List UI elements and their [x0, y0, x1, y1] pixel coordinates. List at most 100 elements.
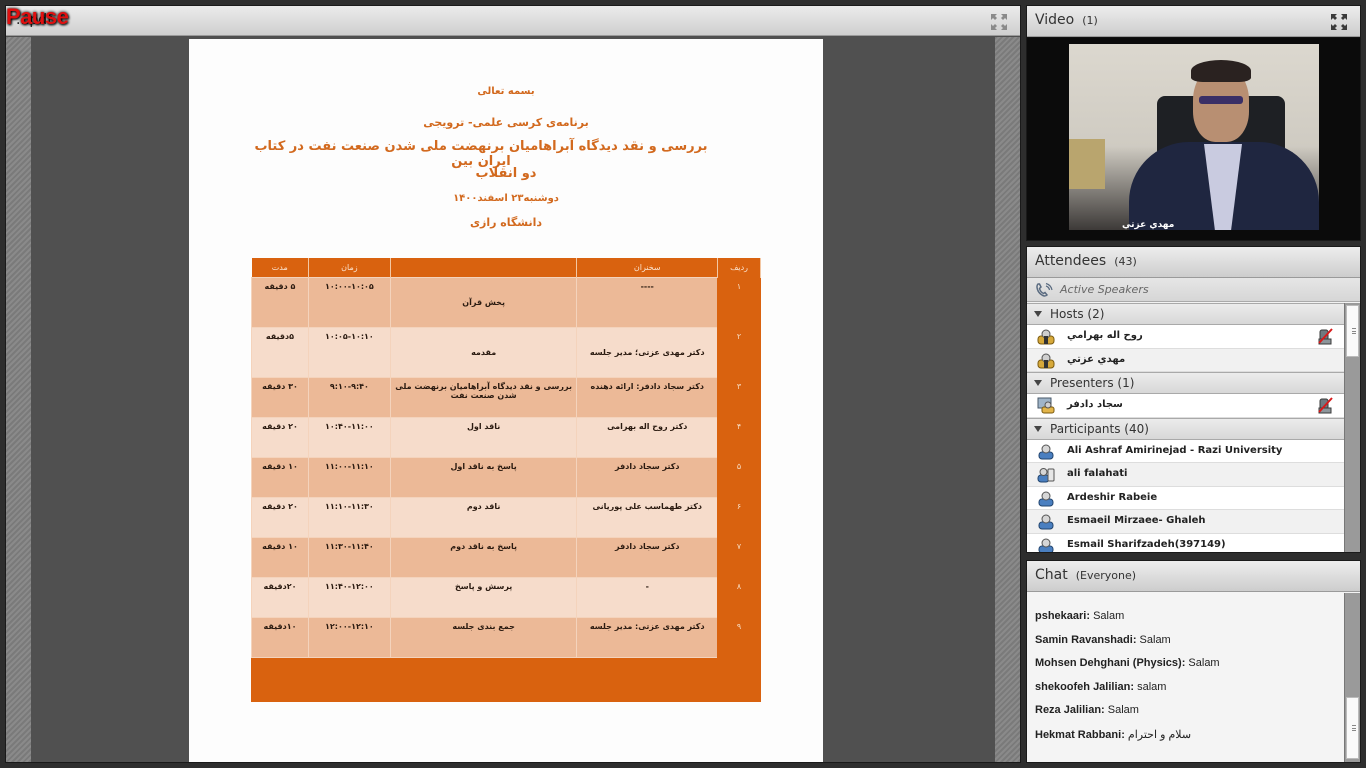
- row-duration: ۲۰ دقیقه: [251, 496, 309, 538]
- video-person-glasses: [1199, 96, 1243, 104]
- row-index: ۸: [717, 576, 761, 618]
- microphone-muted-icon[interactable]: [1317, 328, 1333, 345]
- schedule-row: ۴ دکتر روح اله بهرامی ناقد اول ۱۰:۴۰-۱۱:۰۰ ۲…: [251, 416, 761, 458]
- doc-invocation: بسمه تعالی: [477, 86, 535, 97]
- schedule-header-row: ردیف سخنران زمان مدت: [251, 258, 761, 277]
- group-presenters[interactable]: Presenters (1): [1027, 372, 1344, 394]
- attendee-row-host[interactable]: مهدي عزتي: [1027, 348, 1344, 372]
- doc-topic-line2: دو انقلاب: [475, 166, 537, 181]
- row-topic: پاسخ به ناقد دوم: [389, 536, 578, 578]
- host-avatar-icon: [1037, 329, 1055, 345]
- chat-pod-header: Chat (Everyone): [1027, 561, 1360, 592]
- scrollbar-thumb[interactable]: [1346, 697, 1359, 759]
- attendees-count: (43): [1114, 255, 1137, 268]
- collapse-triangle-icon[interactable]: [1034, 311, 1042, 317]
- col-topic-header: [390, 258, 578, 277]
- row-topic: ناقد دوم: [389, 496, 578, 538]
- collapse-triangle-icon[interactable]: [1034, 425, 1042, 432]
- doc-date: دوشنبه۲۳ اسفند۱۴۰۰: [453, 193, 559, 204]
- chat-messages: pshekaari: Salam Samin Ravanshadi: Salam M…: [1027, 593, 1344, 762]
- attendees-pod: Attendees (43) Active Speakers Hosts (2) …: [1026, 246, 1361, 553]
- schedule-row: ۷ دکتر سجاد دادفر پاسخ به ناقد دوم ۱۱:۳۰-۱۱…: [251, 536, 761, 578]
- row-duration: ۱۰ دقیقه: [251, 536, 309, 578]
- collapse-triangle-icon[interactable]: [1034, 380, 1042, 386]
- row-speaker: دکتر سجاد دادفر: ارائه دهنده: [576, 376, 719, 418]
- group-participants-label: Participants (40): [1050, 421, 1149, 436]
- scrollbar-thumb[interactable]: [1346, 305, 1359, 357]
- attendees-pod-title: Attendees: [1035, 253, 1107, 269]
- attendee-row-participant[interactable]: ali falahati: [1027, 463, 1344, 487]
- row-index: ۹: [717, 616, 761, 658]
- attendees-pod-header: Attendees (43): [1027, 247, 1360, 278]
- col-index-header: ردیف: [717, 258, 761, 277]
- row-duration: ۲۰ دقیقه: [251, 416, 309, 458]
- host-avatar-icon: [1037, 353, 1055, 368]
- row-duration: ۲۰دقیقه: [251, 576, 309, 618]
- app-root: ...pdf بسمه تعالی برنامه‌ی کرسی علمی- تر…: [0, 0, 1366, 768]
- row-index: ۱: [717, 276, 761, 328]
- row-index: ۳: [717, 376, 761, 418]
- chat-scrollbar[interactable]: [1344, 593, 1360, 762]
- attendee-row-host[interactable]: روح اله بهرامي: [1027, 325, 1344, 349]
- attendee-name: روح اله بهرامي: [1067, 330, 1143, 341]
- chat-text: Salam: [1104, 704, 1139, 716]
- row-time: ۱۱:۰۰-۱۱:۱۰: [307, 456, 391, 498]
- schedule-table: ردیف سخنران زمان مدت ۱ ---- پخش قرآن ۱۰:۰۰-…: [251, 258, 761, 702]
- row-speaker: دکتر مهدی عزتی؛ مدیر جلسه: [576, 326, 719, 378]
- participant-avatar-icon: [1038, 491, 1054, 506]
- chat-sender: Mohsen Dehghani (Physics):: [1035, 657, 1186, 669]
- group-participants[interactable]: Participants (40): [1027, 417, 1344, 440]
- chat-message: Hekmat Rabbani: سلام و احترام: [1035, 728, 1191, 741]
- attendee-row-participant[interactable]: Esmaeil Mirzaee- Ghaleh: [1027, 510, 1344, 534]
- attendees-scrollbar[interactable]: [1344, 303, 1360, 552]
- schedule-row: ۶ دکتر طهماسب علی پوریانی ناقد دوم ۱۱:۱۰-۱۱…: [251, 496, 761, 538]
- participant-avatar-icon: [1038, 444, 1054, 459]
- row-duration: ۳۰ دقیقه: [251, 376, 309, 418]
- webcam-feed[interactable]: مهدي عزتي: [1069, 44, 1319, 230]
- attendee-row-participant[interactable]: Ardeshir Rabeie: [1027, 487, 1344, 510]
- row-time: ۱۰:۰۵-۱۰:۱۰: [307, 326, 391, 378]
- row-speaker: دکتر سجاد دادفر: [576, 536, 719, 578]
- attendee-row-participant[interactable]: Esmail Sharifzadeh(397149): [1027, 534, 1344, 552]
- row-topic: مقدمه: [389, 326, 578, 378]
- row-duration: ۱۰دقیقه: [251, 616, 309, 658]
- row-time: ۹:۱۰-۹:۴۰: [307, 376, 391, 418]
- attendee-name: Ardeshir Rabeie: [1067, 491, 1158, 503]
- schedule-footer-cell: [251, 656, 761, 702]
- microphone-muted-icon[interactable]: [1317, 397, 1333, 414]
- expand-icon[interactable]: [990, 13, 1008, 31]
- mobile-participant-avatar-icon: [1037, 468, 1055, 483]
- row-topic: ناقد اول: [389, 416, 578, 458]
- share-right-margin: [995, 37, 1020, 762]
- attendee-name: Ali Ashraf Amirinejad - Razi University: [1067, 444, 1283, 456]
- chat-sender: Samin Ravanshadi:: [1035, 633, 1137, 646]
- chat-text: Salam: [1090, 610, 1125, 622]
- row-time: ۱۱:۳۰-۱۱:۴۰: [307, 536, 391, 578]
- row-speaker: دکتر طهماسب علی پوریانی: [576, 496, 719, 538]
- row-speaker: دکتر مهدی عزتی: مدیر جلسه: [576, 616, 719, 658]
- schedule-row: ۲ دکتر مهدی عزتی؛ مدیر جلسه مقدمه ۱۰:۰۵-۱۰:…: [251, 326, 761, 378]
- attendee-row-participant[interactable]: Ali Ashraf Amirinejad - Razi University: [1027, 440, 1344, 463]
- row-topic: جمع بندی جلسه: [389, 616, 578, 658]
- chat-message: Samin Ravanshadi: Salam: [1035, 634, 1171, 646]
- row-speaker: دکتر سجاد دادفر: [576, 456, 719, 498]
- row-duration: ۵دقیقه: [251, 326, 309, 378]
- participant-avatar-icon: [1038, 514, 1054, 530]
- doc-topic-line1: بررسی و نقد دیدگاه آبراهامیان برنهضت ملی…: [254, 139, 708, 169]
- video-background-shelf: [1069, 139, 1105, 189]
- share-pod-header: ...pdf: [6, 6, 1020, 36]
- chat-pod-title: Chat: [1035, 567, 1068, 583]
- row-topic: پخش قرآن: [389, 276, 578, 328]
- chat-sender: Reza Jalilian:: [1035, 704, 1105, 716]
- group-hosts[interactable]: Hosts (2): [1027, 303, 1344, 325]
- chat-message: pshekaari: Salam: [1035, 610, 1124, 622]
- attendee-row-presenter[interactable]: سجاد دادفر: [1027, 394, 1344, 418]
- doc-program-title: برنامه‌ی کرسی علمی- ترویجی: [423, 116, 589, 129]
- row-index: ۷: [717, 536, 761, 578]
- row-time: ۱۱:۴۰-۱۲:۰۰: [307, 576, 391, 618]
- expand-icon[interactable]: [1330, 13, 1348, 31]
- row-index: ۵: [717, 456, 761, 498]
- chat-text: salam: [1134, 680, 1167, 693]
- doc-university: دانشگاه رازی: [469, 216, 543, 229]
- video-speaker-name: مهدي عزتي: [1122, 220, 1175, 230]
